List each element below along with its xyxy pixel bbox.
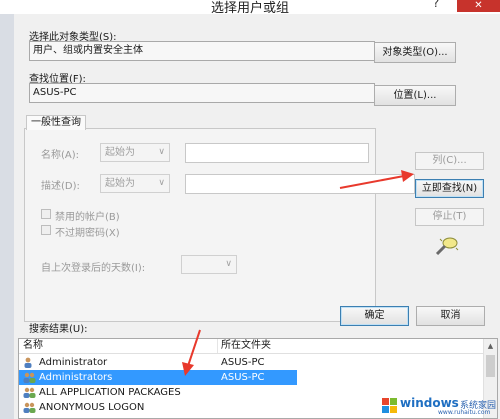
- watermark: windows 系统家园 www.ruhaitu.com: [378, 394, 498, 418]
- arrow-to-find-now: [339, 170, 414, 189]
- watermark-url: www.ruhaitu.com: [438, 409, 491, 416]
- arrow-to-administrators: [182, 329, 201, 376]
- annotation-arrows: [182, 170, 414, 376]
- windows-logo-icon: [382, 398, 397, 413]
- watermark-brand: windows: [400, 396, 459, 410]
